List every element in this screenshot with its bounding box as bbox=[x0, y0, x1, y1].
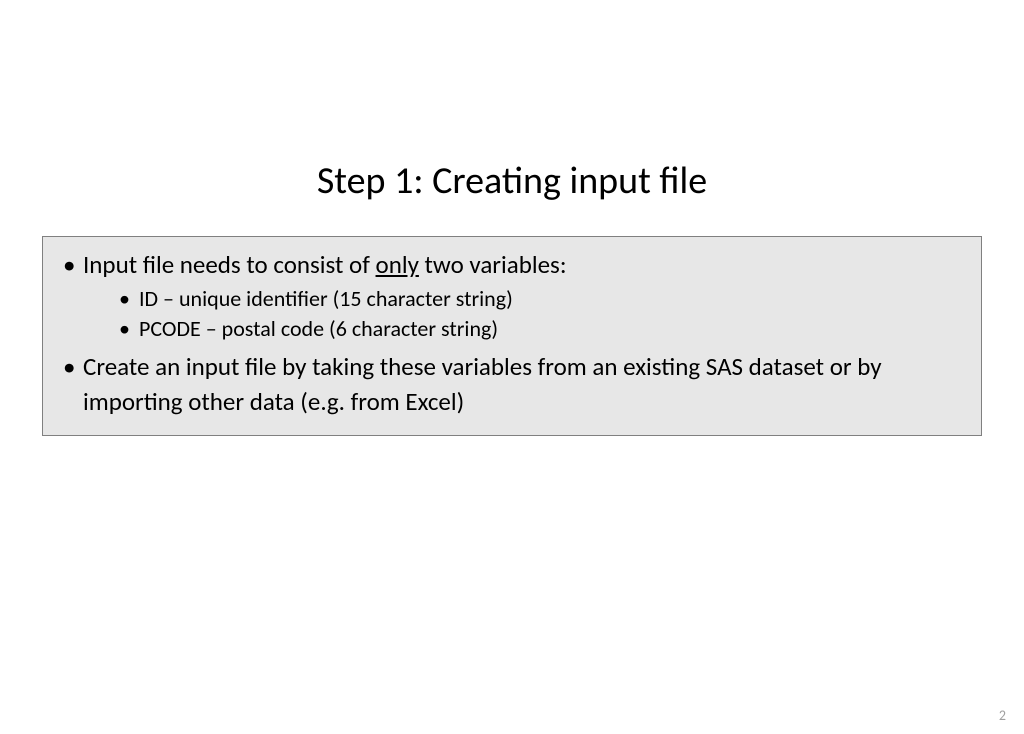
bullet-item: Input file needs to consist of only two … bbox=[59, 247, 965, 343]
slide: Step 1: Creating input file Input file n… bbox=[0, 158, 1024, 734]
sub-bullet-item: PCODE – postal code (6 character string) bbox=[83, 314, 965, 344]
bullet-text-suffix: two variables: bbox=[419, 249, 567, 280]
content-box: Input file needs to consist of only two … bbox=[42, 236, 982, 436]
sub-bullet-list: ID – unique identifier (15 character str… bbox=[83, 284, 965, 343]
bullet-text-underlined: only bbox=[376, 249, 419, 280]
sub-bullet-item: ID – unique identifier (15 character str… bbox=[83, 284, 965, 314]
bullet-list: Input file needs to consist of only two … bbox=[59, 247, 965, 419]
bullet-item: Create an input file by taking these var… bbox=[59, 349, 965, 419]
slide-title: Step 1: Creating input file bbox=[40, 158, 984, 204]
page-number: 2 bbox=[999, 707, 1006, 724]
bullet-text-prefix: Input file needs to consist of bbox=[83, 249, 376, 280]
